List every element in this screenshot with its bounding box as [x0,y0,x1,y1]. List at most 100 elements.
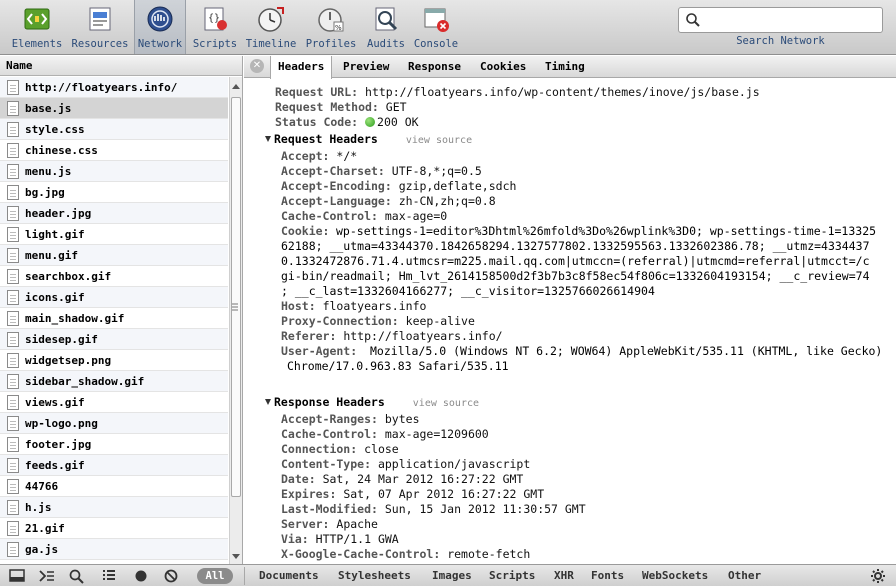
scroll-down-icon[interactable] [232,554,240,559]
response-headers-section[interactable]: Response Headers view source [265,395,479,409]
file-icon [7,101,19,116]
request-header-row: Accept-Charset: UTF-8,*;q=0.5 [281,164,482,178]
filter-scripts[interactable]: Scripts [489,569,535,582]
disclosure-triangle-icon[interactable] [265,136,271,142]
filter-images[interactable]: Images [432,569,472,582]
tab-preview[interactable]: Preview [336,56,396,78]
header-key: Accept-Encoding: [281,179,392,193]
dock-icon[interactable] [8,568,26,584]
resource-row[interactable]: searchbox.gif [0,266,228,287]
resize-grip-icon[interactable] [231,303,239,311]
svg-text:%: % [335,24,342,32]
request-view-source-link[interactable]: view source [406,135,472,146]
toolbar-button-timeline[interactable]: Timeline [244,0,298,54]
file-icon [7,521,19,536]
resource-row[interactable]: main_shadow.gif [0,308,228,329]
header-key: Accept-Charset: [281,164,385,178]
resource-name: icons.gif [25,291,85,304]
resource-row[interactable]: style.css [0,119,228,140]
resource-row[interactable]: wp-logo.png [0,413,228,434]
resource-row[interactable]: sidesep.gif [0,329,228,350]
toolbar-button-elements[interactable]: Elements [8,0,66,54]
filter-websockets[interactable]: WebSockets [642,569,708,582]
tab-response[interactable]: Response [401,56,468,78]
cookie-row: Cookie: [281,224,329,238]
search-box[interactable] [678,7,883,33]
request-header-row: Accept-Encoding: gzip,deflate,sdch [281,179,516,193]
scrollbar-thumb[interactable] [231,97,241,497]
filter-documents[interactable]: Documents [259,569,319,582]
tab-cookies[interactable]: Cookies [473,56,533,78]
resource-list-panel: Name http://floatyears.info/base.js style… [0,56,243,564]
filter-all[interactable]: All [197,568,233,584]
resource-row[interactable]: views.gif [0,392,228,413]
disclosure-triangle-icon[interactable] [265,399,271,405]
resource-name: feeds.gif [25,459,85,472]
toolbar-button-audits[interactable]: Audits [364,0,408,54]
request-headers-section[interactable]: Request Headers view source [265,132,472,146]
toolbar-button-resources[interactable]: Resources [70,0,130,54]
toolbar-button-console[interactable]: Console [412,0,460,54]
resource-row[interactable]: header.jpg [0,203,228,224]
resource-row[interactable]: chinese.css [0,140,228,161]
resource-row[interactable]: footer.jpg [0,434,228,455]
header-key: Cookie: [281,224,330,238]
header-value: Sat, 24 Mar 2012 16:27:22 GMT [322,472,524,486]
header-key: Proxy-Connection: [281,314,399,328]
file-icon [7,542,19,557]
resource-row[interactable]: icons.gif [0,287,228,308]
response-headers-title: Response Headers [274,395,385,409]
request-url-key: Request URL: [275,85,359,99]
resource-row[interactable]: sidebar_shadow.gif [0,371,228,392]
clear-icon[interactable] [162,568,180,584]
filter-other[interactable]: Other [728,569,761,582]
file-icon [7,80,19,95]
filter-fonts[interactable]: Fonts [591,569,624,582]
resource-row[interactable]: light.gif [0,224,228,245]
search-input[interactable] [705,11,877,29]
toolbar-label: Profiles [305,38,357,50]
toolbar-button-profiles[interactable]: % Profiles [302,0,360,54]
request-header-row: Accept-Language: zh-CN,zh;q=0.8 [281,194,496,208]
file-icon [7,164,19,179]
resource-list-scrollbar[interactable] [229,77,242,564]
user-agent-value-line: Chrome/17.0.963.83 Safari/535.11 [287,359,509,373]
resource-name: style.css [25,123,85,136]
name-column-header[interactable]: Name [0,56,242,76]
request-header-row: Proxy-Connection: keep-alive [281,314,475,328]
response-view-source-link[interactable]: view source [413,398,479,409]
resource-row[interactable]: 44766 [0,476,228,497]
scroll-up-icon[interactable] [232,84,240,89]
resource-row[interactable]: menu.gif [0,245,228,266]
resource-row[interactable]: menu.js [0,161,228,182]
resource-name: menu.js [25,165,72,178]
network-icon [147,6,173,32]
filter-xhr[interactable]: XHR [554,569,574,582]
header-key: Accept-Ranges: [281,412,378,426]
file-icon [7,206,19,221]
toolbar-button-scripts[interactable]: {} Scripts [190,0,240,54]
console-toggle-icon[interactable] [38,568,56,584]
tab-timing[interactable]: Timing [538,56,592,78]
resource-row[interactable]: widgetsep.png [0,350,228,371]
resource-row[interactable]: feeds.gif [0,455,228,476]
header-key: Date: [281,472,316,486]
cookie-value-line: wp-settings-1=editor%3Dhtml%26mfold%3Do%… [336,224,877,238]
settings-gear-icon[interactable] [869,568,887,584]
tab-headers[interactable]: Headers [270,56,333,79]
resource-row[interactable]: bg.jpg [0,182,228,203]
resource-row[interactable]: ga.js [0,539,228,560]
filter-stylesheets[interactable]: Stylesheets [338,569,411,582]
record-icon[interactable] [132,568,150,584]
resource-row[interactable]: h.js [0,497,228,518]
toolbar-button-network[interactable]: Network [134,0,186,54]
inspect-icon[interactable] [68,568,86,584]
resource-row[interactable]: http://floatyears.info/ [0,77,228,98]
large-rows-icon[interactable] [100,568,118,584]
resource-name: main_shadow.gif [25,312,125,325]
close-detail-icon[interactable]: ✕ [250,59,264,73]
file-icon [7,227,19,242]
resource-row[interactable]: 21.gif [0,518,228,539]
resource-row[interactable]: base.js [0,98,228,119]
resource-name: bg.jpg [25,186,65,199]
